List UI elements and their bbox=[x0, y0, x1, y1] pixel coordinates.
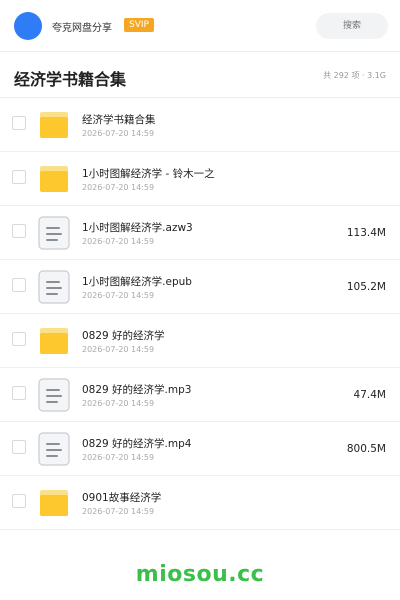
file-size: 47.4M bbox=[353, 389, 386, 401]
file-date: 2026-07-20 14:59 bbox=[82, 453, 155, 462]
svip-badge: SVIP bbox=[124, 18, 154, 32]
file-date: 2026-07-20 14:59 bbox=[82, 507, 155, 516]
file-name: 1小时图解经济学.epub bbox=[82, 276, 192, 288]
file-row[interactable]: 1小时图解经济学.epub 2026-07-20 14:59 105.2M bbox=[0, 260, 400, 314]
page-title: 经济学书籍合集 bbox=[14, 70, 127, 89]
document-icon bbox=[38, 378, 70, 412]
row-checkbox[interactable] bbox=[12, 170, 26, 184]
file-date: 2026-07-20 14:59 bbox=[82, 237, 155, 246]
file-list: 经济学书籍合集 2026-07-20 14:59 1小时图解经济学 - 铃木一之… bbox=[0, 98, 400, 530]
file-name: 0901故事经济学 bbox=[82, 492, 162, 504]
document-icon bbox=[38, 216, 70, 250]
row-checkbox[interactable] bbox=[12, 494, 26, 508]
row-checkbox[interactable] bbox=[12, 116, 26, 130]
file-row[interactable]: 0829 好的经济学.mp3 2026-07-20 14:59 47.4M bbox=[0, 368, 400, 422]
folder-icon bbox=[38, 486, 70, 520]
document-icon bbox=[38, 270, 70, 304]
row-checkbox[interactable] bbox=[12, 278, 26, 292]
row-checkbox[interactable] bbox=[12, 332, 26, 346]
file-name: 1小时图解经济学.azw3 bbox=[82, 222, 193, 234]
file-date: 2026-07-20 14:59 bbox=[82, 291, 155, 300]
file-name: 0829 好的经济学 bbox=[82, 330, 165, 342]
file-name: 0829 好的经济学.mp4 bbox=[82, 438, 192, 450]
file-name: 1小时图解经济学 - 铃木一之 bbox=[82, 168, 215, 180]
folder-icon bbox=[38, 162, 70, 196]
document-icon bbox=[38, 432, 70, 466]
file-date: 2026-07-20 14:59 bbox=[82, 183, 155, 192]
watermark: miosou.cc bbox=[135, 562, 265, 587]
file-row[interactable]: 经济学书籍合集 2026-07-20 14:59 bbox=[0, 98, 400, 152]
folder-icon bbox=[38, 324, 70, 358]
folder-icon bbox=[38, 108, 70, 142]
file-row[interactable]: 0901故事经济学 2026-07-20 14:59 bbox=[0, 476, 400, 530]
file-date: 2026-07-20 14:59 bbox=[82, 345, 155, 354]
file-row[interactable]: 0829 好的经济学.mp4 2026-07-20 14:59 800.5M bbox=[0, 422, 400, 476]
sharer-name: 夸克网盘分享 bbox=[52, 23, 112, 34]
file-row[interactable]: 0829 好的经济学 2026-07-20 14:59 bbox=[0, 314, 400, 368]
file-row[interactable]: 1小时图解经济学 - 铃木一之 2026-07-20 14:59 bbox=[0, 152, 400, 206]
file-size: 800.5M bbox=[346, 443, 386, 455]
file-date: 2026-07-20 14:59 bbox=[82, 399, 155, 408]
folder-header: 经济学书籍合集 共 292 项 · 3.1G bbox=[0, 52, 400, 98]
item-count-summary: 共 292 项 · 3.1G bbox=[323, 71, 386, 80]
file-date: 2026-07-20 14:59 bbox=[82, 129, 155, 138]
file-row[interactable]: 1小时图解经济学.azw3 2026-07-20 14:59 113.4M bbox=[0, 206, 400, 260]
file-name: 0829 好的经济学.mp3 bbox=[82, 384, 192, 396]
avatar[interactable] bbox=[14, 12, 42, 40]
row-checkbox[interactable] bbox=[12, 386, 26, 400]
search-input[interactable] bbox=[316, 13, 388, 39]
file-size: 113.4M bbox=[346, 227, 386, 239]
file-size: 105.2M bbox=[346, 281, 386, 293]
row-checkbox[interactable] bbox=[12, 440, 26, 454]
row-checkbox[interactable] bbox=[12, 224, 26, 238]
file-name: 经济学书籍合集 bbox=[82, 114, 156, 126]
top-bar: 夸克网盘分享 SVIP bbox=[0, 0, 400, 52]
